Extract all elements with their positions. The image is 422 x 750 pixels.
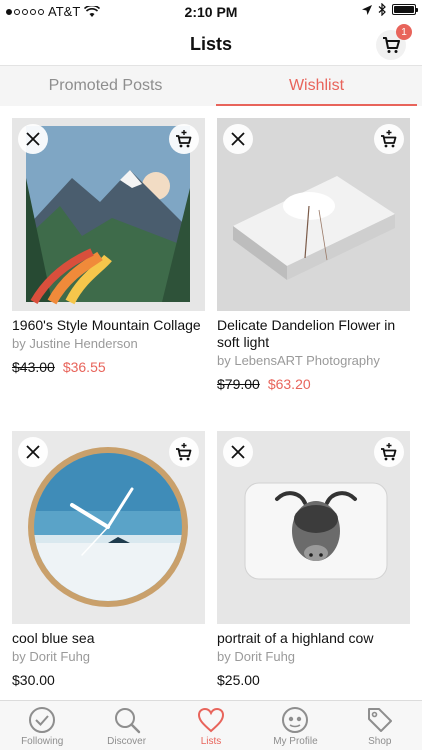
product-prices: $43.00 $36.55 bbox=[12, 359, 205, 375]
status-bar: AT&T 2:10 PM bbox=[0, 0, 422, 22]
nav-bar: Lists 1 bbox=[0, 22, 422, 66]
remove-from-wishlist-button[interactable] bbox=[223, 437, 253, 467]
status-time: 2:10 PM bbox=[184, 4, 238, 20]
original-price: $79.00 bbox=[217, 376, 260, 392]
battery-icon bbox=[392, 4, 418, 15]
tab-label: My Profile bbox=[273, 736, 318, 747]
tab-discover[interactable]: Discover bbox=[84, 701, 168, 750]
page-title: Lists bbox=[189, 34, 232, 54]
tab-wishlist[interactable]: Wishlist bbox=[211, 66, 422, 106]
close-icon bbox=[26, 445, 40, 459]
remove-from-wishlist-button[interactable] bbox=[18, 124, 48, 154]
product-image-dandelion-floor-pillow[interactable] bbox=[217, 118, 410, 311]
remove-from-wishlist-button[interactable] bbox=[18, 437, 48, 467]
product-artist[interactable]: by Dorit Fuhg bbox=[217, 649, 410, 664]
close-icon bbox=[26, 132, 40, 146]
wishlist-grid: 1960's Style Mountain Collage by Justine… bbox=[0, 106, 422, 700]
remove-from-wishlist-button[interactable] bbox=[223, 124, 253, 154]
tab-label: Lists bbox=[200, 736, 222, 747]
add-to-cart-button[interactable] bbox=[374, 437, 404, 467]
search-icon bbox=[114, 708, 140, 734]
tag-icon bbox=[367, 708, 392, 732]
price: $25.00 bbox=[217, 672, 260, 688]
product-prices: $25.00 bbox=[217, 672, 410, 688]
close-icon bbox=[231, 132, 245, 146]
tab-label: Shop bbox=[368, 736, 392, 747]
product-artist[interactable]: by LebensART Photography bbox=[217, 353, 410, 368]
product-title[interactable]: 1960's Style Mountain Collage bbox=[12, 317, 205, 334]
tab-following[interactable]: Following bbox=[0, 701, 84, 750]
product-card[interactable]: Delicate Dandelion Flower in soft light … bbox=[217, 118, 410, 392]
product-title[interactable]: cool blue sea bbox=[12, 630, 205, 647]
profile-face-icon bbox=[282, 707, 309, 733]
close-icon bbox=[231, 445, 245, 459]
add-to-cart-icon bbox=[176, 443, 192, 461]
status-right bbox=[362, 3, 418, 16]
sale-price: $63.20 bbox=[267, 376, 311, 392]
tab-promoted-posts[interactable]: Promoted Posts bbox=[0, 66, 211, 106]
product-prices: $30.00 bbox=[12, 672, 205, 688]
add-to-cart-icon bbox=[176, 130, 192, 148]
bottom-tab-bar: Following Discover Lists My Profile Shop bbox=[0, 700, 422, 750]
original-price: $43.00 bbox=[12, 359, 55, 375]
location-arrow-icon bbox=[362, 4, 372, 15]
heart-icon bbox=[198, 707, 225, 733]
product-artist[interactable]: by Dorit Fuhg bbox=[12, 649, 205, 664]
product-image-mountain-tapestry[interactable] bbox=[12, 118, 205, 311]
tab-lists[interactable]: Lists bbox=[169, 701, 253, 750]
product-title[interactable]: Delicate Dandelion Flower in soft light bbox=[217, 317, 410, 351]
tab-label: Discover bbox=[107, 736, 147, 747]
add-to-cart-icon bbox=[381, 130, 397, 148]
product-artist[interactable]: by Justine Henderson bbox=[12, 336, 205, 351]
cart-count-badge: 1 bbox=[396, 24, 412, 40]
tab-label: Following bbox=[21, 736, 64, 747]
add-to-cart-button[interactable] bbox=[374, 124, 404, 154]
add-to-cart-button[interactable] bbox=[169, 124, 199, 154]
product-title[interactable]: portrait of a highland cow bbox=[217, 630, 410, 647]
list-tabs: Promoted Posts Wishlist bbox=[0, 66, 422, 106]
product-card[interactable]: 1960's Style Mountain Collage by Justine… bbox=[12, 118, 205, 375]
product-image-highland-cow-bath-mat[interactable] bbox=[217, 431, 410, 624]
price: $30.00 bbox=[12, 672, 55, 688]
add-to-cart-button[interactable] bbox=[169, 437, 199, 467]
tab-my-profile[interactable]: My Profile bbox=[253, 701, 337, 750]
product-card[interactable]: cool blue sea by Dorit Fuhg $30.00 bbox=[12, 431, 205, 688]
tab-shop[interactable]: Shop bbox=[338, 701, 422, 750]
cart-icon bbox=[383, 37, 400, 53]
bluetooth-icon bbox=[378, 3, 386, 16]
sale-price: $36.55 bbox=[62, 359, 106, 375]
add-to-cart-icon bbox=[381, 443, 397, 461]
check-circle-icon bbox=[29, 707, 56, 733]
product-card[interactable]: portrait of a highland cow by Dorit Fuhg… bbox=[217, 431, 410, 688]
product-prices: $79.00 $63.20 bbox=[217, 376, 410, 392]
cart-button[interactable]: 1 bbox=[376, 24, 412, 60]
product-image-blue-sea-wall-clock[interactable] bbox=[12, 431, 205, 624]
